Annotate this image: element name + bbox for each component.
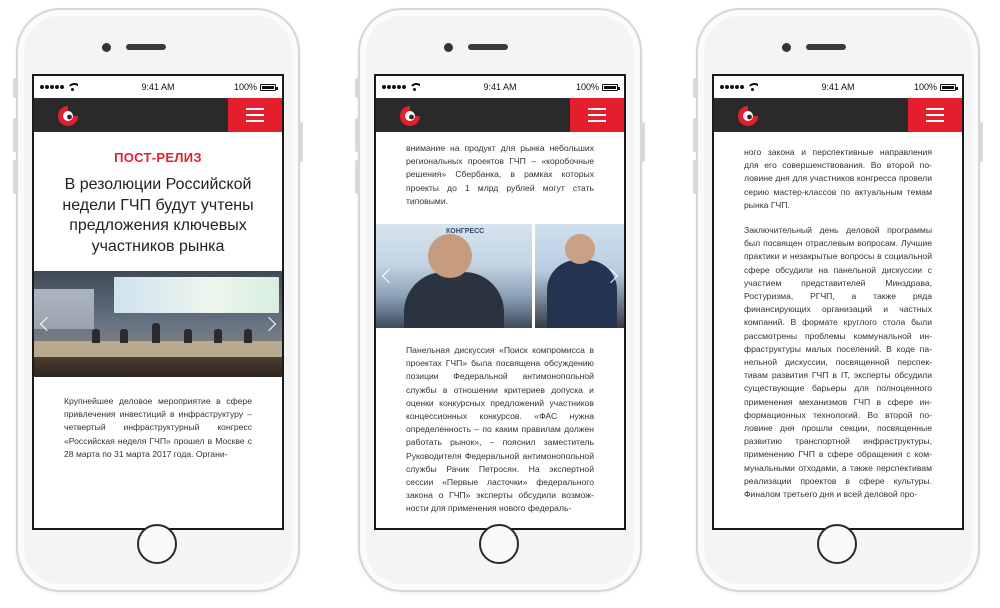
power-button [979, 122, 983, 162]
article-body: Панельная дискуссия «Поиск компромисса в… [406, 345, 594, 514]
article-body-intro: внимание на продукт для рынка небольших … [406, 143, 594, 206]
volume-up-button [693, 118, 697, 152]
volume-down-button [13, 160, 17, 194]
battery-percent: 100% [913, 82, 937, 92]
wifi-icon [747, 83, 758, 91]
section-label: ПОСТ-РЕЛИЗ [114, 150, 202, 165]
volume-down-button [355, 160, 359, 194]
hamburger-menu-icon[interactable] [908, 98, 962, 132]
article-paragraph-2: Заключительный день деловой програм­мы б… [744, 225, 932, 500]
front-camera [444, 43, 453, 52]
mute-switch [13, 78, 17, 98]
status-time: 9:41 AM [483, 82, 517, 92]
conference-photo[interactable] [34, 271, 282, 377]
logo-icon[interactable] [398, 104, 422, 126]
home-button[interactable] [479, 524, 519, 564]
article-body: Крупнейшее деловое мероприятие в сфере п… [64, 396, 252, 459]
article-paragraph-1: ного закона и перспективные направления … [744, 147, 932, 210]
battery-icon [940, 83, 958, 91]
phone-screen-2: 9:41 AM 100% внимание на продукт для рын… [374, 74, 626, 530]
volume-up-button [355, 118, 359, 152]
status-bar: 9:41 AM 100% [34, 76, 282, 98]
phone-screen-1: 9:41 AM 100% ПОСТ-РЕЛИЗ В резолюции Росс… [32, 74, 284, 530]
phone-frame-1: 9:41 AM 100% ПОСТ-РЕЛИЗ В резолюции Росс… [13, 8, 303, 592]
status-time: 9:41 AM [141, 82, 175, 92]
status-bar: 9:41 AM 100% [714, 76, 962, 98]
article-headline: В резолюции Российской недели ГЧП будут … [62, 176, 254, 255]
front-camera [102, 43, 111, 52]
battery-icon [602, 83, 620, 91]
speaker-photo-1: КОНГРЕСС [376, 224, 532, 329]
article-body: ного закона и перспективные направления … [714, 146, 962, 501]
mute-switch [355, 78, 359, 98]
site-header [376, 98, 624, 132]
logo-icon[interactable] [56, 104, 80, 126]
logo-icon[interactable] [736, 104, 760, 126]
signal-icon [382, 85, 406, 89]
phone-frame-3: 9:41 AM 100% ного закона и перспективные… [693, 8, 983, 592]
site-header [34, 98, 282, 132]
site-header [714, 98, 962, 132]
hamburger-menu-icon[interactable] [228, 98, 282, 132]
phone-screen-3: 9:41 AM 100% ного закона и перспективные… [712, 74, 964, 530]
hamburger-menu-icon[interactable] [570, 98, 624, 132]
power-button [299, 122, 303, 162]
volume-down-button [693, 160, 697, 194]
battery-percent: 100% [575, 82, 599, 92]
chevron-right-icon[interactable] [261, 316, 277, 332]
earpiece-speaker [468, 44, 508, 50]
volume-up-button [13, 118, 17, 152]
mute-switch [693, 78, 697, 98]
power-button [641, 122, 645, 162]
earpiece-speaker [806, 44, 846, 50]
battery-percent: 100% [233, 82, 257, 92]
wifi-icon [67, 83, 78, 91]
battery-icon [260, 83, 278, 91]
status-time: 9:41 AM [821, 82, 855, 92]
home-button[interactable] [137, 524, 177, 564]
wifi-icon [409, 83, 420, 91]
signal-icon [720, 85, 744, 89]
home-button[interactable] [817, 524, 857, 564]
speakers-photo[interactable]: КОНГРЕСС [376, 224, 624, 329]
signal-icon [40, 85, 64, 89]
phone-frame-2: 9:41 AM 100% внимание на продукт для рын… [355, 8, 645, 592]
front-camera [782, 43, 791, 52]
earpiece-speaker [126, 44, 166, 50]
status-bar: 9:41 AM 100% [376, 76, 624, 98]
